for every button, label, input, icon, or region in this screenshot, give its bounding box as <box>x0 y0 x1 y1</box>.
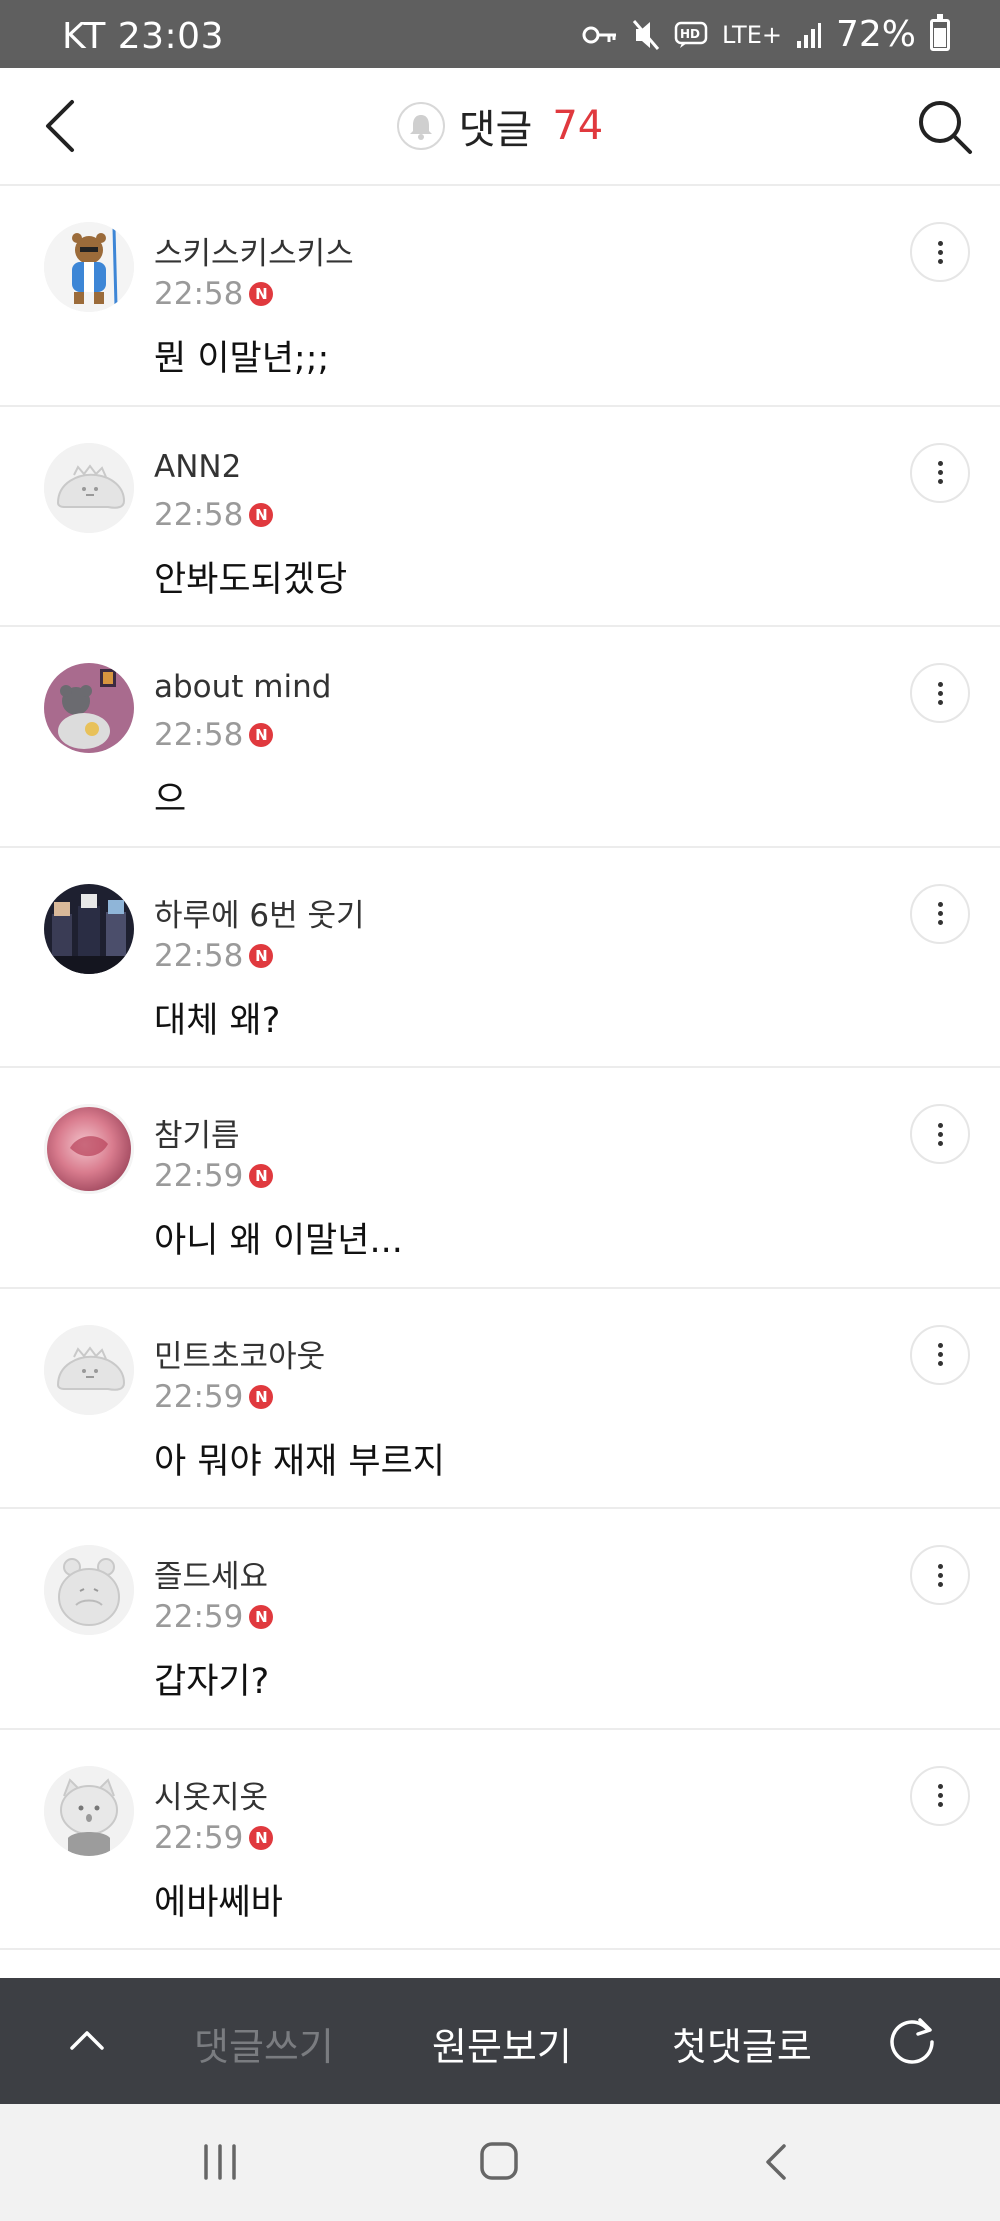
more-options-icon[interactable] <box>910 1765 970 1826</box>
comment-item: 하루에 6번 웃기 22:58 N 대체 왜? <box>0 848 1000 1068</box>
new-badge: N <box>249 1164 274 1188</box>
new-badge: N <box>249 1825 274 1850</box>
comment-meta: 22:58 N <box>154 276 274 312</box>
new-badge: N <box>249 282 274 306</box>
comment-author[interactable]: about mind <box>154 669 331 705</box>
comment-meta: 22:59 N <box>154 1158 274 1194</box>
more-options-icon[interactable] <box>910 442 970 503</box>
comment-list: 스키스키스키스 22:58 N 뭔 이말년;;; ANN2 22:58 N 안봐… <box>0 186 1000 1950</box>
back-nav-icon[interactable] <box>752 2140 802 2184</box>
comment-author[interactable]: 즐드세요 <box>154 1551 268 1596</box>
bottom-action-bar: 댓글쓰기 원문보기 첫댓글로 <box>0 1978 1000 2104</box>
page-title: 댓글 <box>458 107 533 153</box>
page-title-wrap: 댓글 74 <box>0 96 1000 156</box>
status-bar: KT 23:03 HD LTE+ 72% <box>0 0 1000 68</box>
comment-item: about mind 22:58 N 으 <box>0 627 1000 848</box>
signal-icon <box>796 22 821 48</box>
avatar[interactable] <box>44 442 134 533</box>
comment-time: 22:58 <box>154 717 244 753</box>
more-options-icon[interactable] <box>910 222 970 282</box>
comment-text: 갑자기? <box>154 1662 270 1702</box>
svg-text:HD: HD <box>680 27 700 41</box>
battery-percent: 72% <box>835 14 916 55</box>
key-icon <box>582 26 616 43</box>
first-comment-button[interactable]: 첫댓글로 <box>672 2016 812 2071</box>
comment-item: ANN2 22:58 N 안봐도되겠당 <box>0 407 1000 627</box>
comment-count: 74 <box>552 103 604 149</box>
comment-text: 뭔 이말년;;; <box>154 339 330 379</box>
chevron-up-icon[interactable] <box>62 2016 112 2066</box>
new-badge: N <box>249 723 274 747</box>
view-original-button[interactable]: 원문보기 <box>432 2016 572 2071</box>
comment-text: 으 <box>154 780 187 820</box>
new-badge: N <box>249 943 274 968</box>
comment-time: 22:59 <box>154 1819 244 1856</box>
comment-time: 22:59 <box>154 1158 244 1194</box>
recent-apps-icon[interactable] <box>196 2140 246 2184</box>
more-options-icon[interactable] <box>910 1545 970 1605</box>
comment-text: 에바쎄바 <box>154 1882 283 1923</box>
avatar[interactable] <box>44 663 134 753</box>
more-options-icon[interactable] <box>910 883 970 944</box>
avatar[interactable] <box>44 1104 134 1194</box>
more-options-icon[interactable] <box>910 1324 970 1385</box>
comment-item: 시옷지옷 22:59 N 에바쎄바 <box>0 1730 1000 1950</box>
carrier-time: KT 23:03 <box>62 16 224 57</box>
comment-text: 안봐도되겠당 <box>154 559 348 600</box>
comment-author[interactable]: 스키스키스키스 <box>154 228 354 273</box>
comment-time: 22:58 <box>154 937 244 974</box>
status-icons: HD LTE+ 72% <box>582 13 950 55</box>
more-options-icon[interactable] <box>910 663 970 723</box>
more-options-icon[interactable] <box>910 1104 970 1164</box>
comment-author[interactable]: 하루에 6번 웃기 <box>154 890 365 935</box>
new-badge: N <box>249 1605 274 1629</box>
comment-item: 스키스키스키스 22:58 N 뭔 이말년;;; <box>0 186 1000 407</box>
hd-icon: HD <box>674 21 708 48</box>
comment-meta: 22:59 N <box>154 1378 274 1415</box>
mute-icon <box>632 19 660 50</box>
comment-meta: 22:58 N <box>154 717 274 753</box>
comment-author[interactable]: 민트초코아웃 <box>154 1331 325 1376</box>
header: 댓글 74 <box>0 68 1000 186</box>
comment-time: 22:58 <box>154 496 244 533</box>
avatar[interactable] <box>44 1324 134 1415</box>
comment-text: 아 뭐야 재재 부르지 <box>154 1441 445 1482</box>
system-navigation-bar <box>0 2104 1000 2221</box>
comment-item: 민트초코아웃 22:59 N 아 뭐야 재재 부르지 <box>0 1289 1000 1509</box>
comment-time: 22:58 <box>154 276 244 312</box>
comment-item: 참기름 22:59 N 아니 왜 이말년... <box>0 1068 1000 1289</box>
comment-meta: 22:58 N <box>154 496 274 533</box>
comment-meta: 22:59 N <box>154 1599 274 1635</box>
network-type: LTE+ <box>721 20 782 49</box>
comment-author[interactable]: 참기름 <box>154 1110 240 1155</box>
avatar[interactable] <box>44 883 134 974</box>
write-comment-button[interactable]: 댓글쓰기 <box>194 2016 334 2071</box>
comment-text: 아니 왜 이말년... <box>154 1221 403 1261</box>
avatar[interactable] <box>44 1765 134 1856</box>
new-badge: N <box>249 1384 274 1409</box>
avatar[interactable] <box>44 222 134 312</box>
comment-time: 22:59 <box>154 1599 244 1635</box>
comment-text: 대체 왜? <box>154 1000 281 1041</box>
battery-icon <box>930 13 950 51</box>
avatar[interactable] <box>44 1545 134 1635</box>
new-badge: N <box>249 502 274 527</box>
comment-item: 즐드세요 22:59 N 갑자기? <box>0 1509 1000 1730</box>
refresh-icon[interactable] <box>884 2012 940 2068</box>
search-icon[interactable] <box>916 98 974 156</box>
comment-author[interactable]: ANN2 <box>154 449 241 485</box>
comment-meta: 22:59 N <box>154 1819 274 1856</box>
bell-icon[interactable] <box>396 102 445 150</box>
home-icon[interactable] <box>474 2140 524 2184</box>
comment-time: 22:59 <box>154 1378 244 1415</box>
comment-author[interactable]: 시옷지옷 <box>154 1772 268 1817</box>
comment-meta: 22:58 N <box>154 937 274 974</box>
